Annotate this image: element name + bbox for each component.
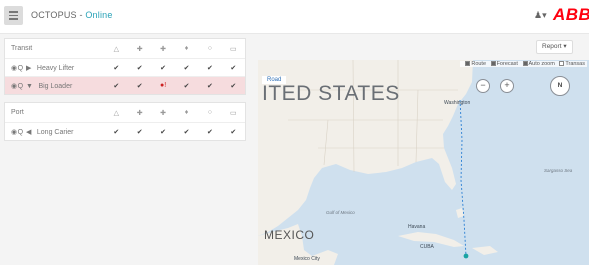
abb-logo: ABB (553, 5, 589, 24)
map-label-gulf: Gulf of Mexico (326, 210, 355, 215)
vessel-name: Long Carier (36, 128, 74, 136)
transas-checkbox[interactable] (559, 61, 565, 66)
status-check: ✔ (160, 64, 167, 72)
user-icon: ♟ (534, 10, 543, 20)
map-label-city: Washington (444, 100, 471, 106)
caret-down-icon: ▾ (542, 10, 547, 20)
map-label-city: Mexico City (294, 256, 320, 262)
compass-button[interactable]: N (550, 76, 570, 96)
status-check: ✔ (136, 128, 143, 136)
zoom-in-button[interactable]: + (500, 79, 514, 93)
menu-bar-icon (9, 14, 18, 17)
map-view[interactable]: Route Forecast Auto zoom Transas Road IT… (258, 60, 589, 265)
grid-icon: ▭ (230, 45, 237, 53)
option-label: Transas (565, 61, 585, 67)
map-label-country: ITED STATES (262, 82, 400, 105)
vessel-name: Big Loader (38, 82, 73, 90)
map-label-city: Havana (408, 224, 426, 230)
vessel-panel: Transit △ ✚ ✚ ♦ ○ ▭ ◉Q ▶ Heavy Lifter ✔ ✔… (0, 34, 250, 265)
group-title: Port (11, 109, 24, 116)
vessel-name: Heavy Lifter (36, 64, 75, 72)
map-label-sea: Sargasso Sea (544, 168, 573, 173)
vessel-controls[interactable]: ◉Q ▼ (11, 83, 33, 90)
status-check: ✔ (206, 128, 213, 136)
forecast-checkbox[interactable] (490, 61, 496, 66)
group-header: Transit △ ✚ ✚ ♦ ○ ▭ (5, 39, 245, 58)
vessel-name-cell: ◉Q ◀ Long Carier (5, 128, 105, 136)
map-label-country: MEXICO (264, 228, 315, 242)
status-check: ✔ (183, 64, 190, 72)
status-check: ✔ (230, 128, 237, 136)
vessel-row[interactable]: ◉Q ▶ Heavy Lifter ✔ ✔ ✔ ✔ ✔ ✔ (5, 58, 245, 76)
option-label: Auto zoom (528, 61, 555, 67)
status-check: ✔ (136, 64, 143, 72)
map-options: Route Forecast Auto zoom Transas (460, 61, 587, 67)
warning-indicator[interactable]: ●! (151, 82, 174, 89)
map-area: Report ▾ Route Forecast Auto zoom Transa… (250, 34, 589, 265)
hamburger-menu-button[interactable] (4, 6, 23, 25)
route-checkbox[interactable] (465, 61, 471, 66)
menu-bar-icon (9, 18, 18, 20)
status-check: ✔ (230, 82, 237, 90)
vessel-name-cell: ◉Q ▶ Heavy Lifter (5, 64, 105, 72)
user-menu-button[interactable]: ♟▾ (534, 10, 547, 21)
status-check: ✔ (113, 64, 120, 72)
group-header: Port △ ✚ ✚ ♦ ○ ▭ (5, 103, 245, 122)
option-label: Route (471, 61, 487, 67)
crosshair-icon: ✚ (160, 45, 167, 53)
app-header: OCTOPUS - Online ♟▾ ABB (0, 0, 589, 34)
circle-icon: ○ (207, 109, 213, 116)
vessel-name-cell: ◉Q ▼ Big Loader (5, 82, 105, 90)
circle-icon: ○ (207, 45, 213, 52)
vessel-controls[interactable]: ◉Q ◀ (11, 129, 32, 136)
status-check: ✔ (113, 82, 120, 90)
report-dropdown-button[interactable]: Report ▾ (536, 40, 573, 54)
connection-status: Online (85, 10, 113, 20)
status-check: ✔ (230, 64, 237, 72)
vessel-row-alarm[interactable]: ◉Q ▼ Big Loader ✔ ✔ ●! ✔ ✔ ✔ (5, 76, 245, 94)
group-title: Transit (11, 45, 33, 52)
menu-bar-icon (9, 11, 18, 13)
status-check: ✔ (183, 82, 190, 90)
option-label: Forecast (496, 61, 518, 67)
vessel-row[interactable]: ◉Q ◀ Long Carier ✔ ✔ ✔ ✔ ✔ ✔ (5, 122, 245, 140)
dot-icon: ♦ (184, 45, 189, 52)
map-label-cuba: CUBA (420, 244, 434, 250)
vessel-controls[interactable]: ◉Q ▶ (11, 65, 32, 72)
status-check: ✔ (206, 64, 213, 72)
status-check: ✔ (136, 82, 143, 90)
alarm-bell-icon: △ (113, 109, 119, 117)
vessel-group-transit: Transit △ ✚ ✚ ♦ ○ ▭ ◉Q ▶ Heavy Lifter ✔ ✔… (4, 38, 246, 95)
status-check: ✔ (113, 128, 120, 136)
crosshair-icon: ✚ (160, 109, 167, 117)
status-check: ✔ (160, 128, 167, 136)
vessel-group-port: Port △ ✚ ✚ ♦ ○ ▭ ◉Q ◀ Long Carier ✔ ✔ ✔ ✔… (4, 102, 246, 141)
dot-icon: ♦ (184, 109, 189, 116)
crosshair-icon: ✚ (136, 109, 143, 117)
crosshair-icon: ✚ (136, 45, 143, 53)
auto-zoom-checkbox[interactable] (522, 61, 528, 66)
zoom-out-button[interactable]: − (476, 79, 490, 93)
grid-icon: ▭ (230, 109, 237, 117)
status-check: ✔ (206, 82, 213, 90)
status-check: ✔ (183, 128, 190, 136)
app-title: OCTOPUS - Online (31, 10, 113, 20)
app-name: OCTOPUS - (31, 10, 86, 20)
alarm-bell-icon: △ (113, 45, 119, 53)
